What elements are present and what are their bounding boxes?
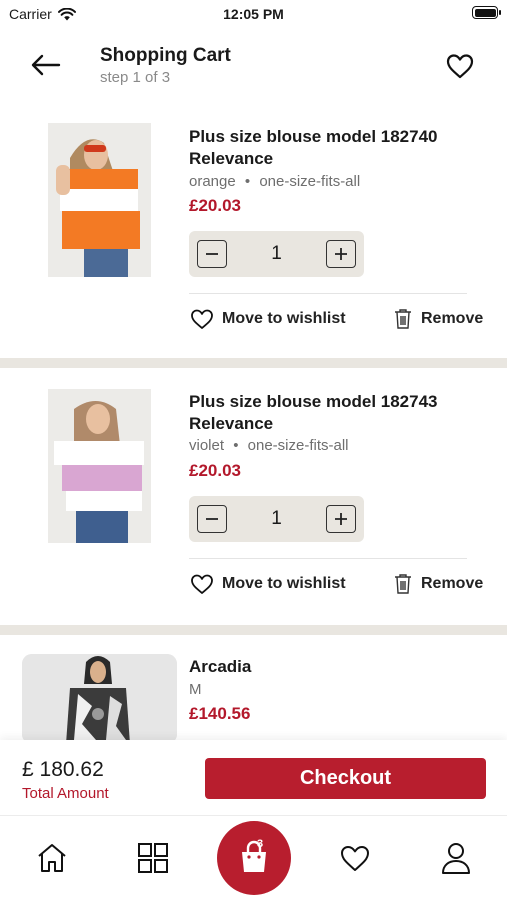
cart-count-badge: 3 [257,838,264,850]
product-price: £140.56 [189,704,251,723]
battery-icon [472,6,501,19]
product-size: one-size-fits-all [259,173,361,190]
product-variant: orange • one-size-fits-all [189,173,360,190]
move-to-wishlist-button[interactable]: Move to wishlist [190,308,346,330]
increase-quantity-button[interactable] [326,240,356,268]
product-price: £20.03 [189,461,241,480]
product-price: £20.03 [189,196,241,215]
heart-icon [341,846,369,871]
checkout-step: step 1 of 3 [100,69,171,86]
checkout-button[interactable]: Checkout [205,758,486,799]
plus-icon [335,513,347,525]
remove-label: Remove [421,310,484,327]
move-to-wishlist-label: Move to wishlist [222,310,346,327]
tab-profile[interactable] [438,840,474,876]
status-bar: Carrier 12:05 PM [0,0,507,30]
product-photo [48,389,151,543]
header: Shopping Cart step 1 of 3 [0,30,507,110]
product-photo [48,123,151,277]
tab-cart[interactable]: 3 [217,821,291,895]
product-variant: violet • one-size-fits-all [189,437,349,454]
remove-button[interactable]: Remove [393,573,483,595]
trash-icon [395,309,411,329]
section-separator [0,358,507,368]
bullet-separator: • [244,173,251,190]
total-amount-value: £ 180.62 [22,758,104,781]
product-name[interactable]: Plus size blouse model 182743 Relevance [189,391,489,435]
quantity-stepper: 1 [189,496,364,542]
move-to-wishlist-label: Move to wishlist [222,575,346,592]
home-icon [38,844,66,872]
remove-label: Remove [421,575,484,592]
product-size: one-size-fits-all [247,437,349,454]
section-separator [0,625,507,635]
status-time: 12:05 PM [223,6,284,22]
page-title: Shopping Cart [100,45,231,66]
product-name[interactable]: Plus size blouse model 182740 Relevance [189,126,489,170]
remove-button[interactable]: Remove [393,308,483,330]
divider [189,293,467,294]
product-size: M [189,681,202,698]
arrow-left-icon [31,54,61,76]
shopping-bag-icon [242,840,266,872]
increase-quantity-button[interactable] [326,505,356,533]
tab-wishlist[interactable] [337,840,373,876]
product-color: orange [189,173,236,190]
product-photo [22,654,177,744]
cart-item: Plus size blouse model 182740 Relevance … [0,110,507,358]
grid-icon [138,843,168,873]
product-image[interactable] [48,123,151,277]
cart-item: Arcadia M £140.56 [0,635,507,744]
quantity-stepper: 1 [189,231,364,277]
plus-icon [335,248,347,260]
bottom-tab-bar: 3 [0,815,507,900]
wishlist-heart-icon[interactable] [445,51,475,81]
bullet-separator: • [233,437,239,454]
tab-categories[interactable] [135,840,171,876]
heart-icon [191,309,213,329]
user-icon [442,843,470,874]
cart-item: Plus size blouse model 182743 Relevance … [0,368,507,626]
back-button[interactable] [28,50,64,80]
heart-icon [191,574,213,594]
total-amount-label: Total Amount [22,785,109,802]
divider [189,558,467,559]
product-name[interactable]: Arcadia [189,656,489,678]
product-image[interactable] [22,654,177,744]
trash-icon [395,574,411,594]
move-to-wishlist-button[interactable]: Move to wishlist [190,573,346,595]
product-image[interactable] [48,389,151,543]
tab-home[interactable] [34,840,70,876]
product-color: violet [189,437,225,454]
order-summary-bar: £ 180.62 Total Amount Checkout [0,740,507,815]
